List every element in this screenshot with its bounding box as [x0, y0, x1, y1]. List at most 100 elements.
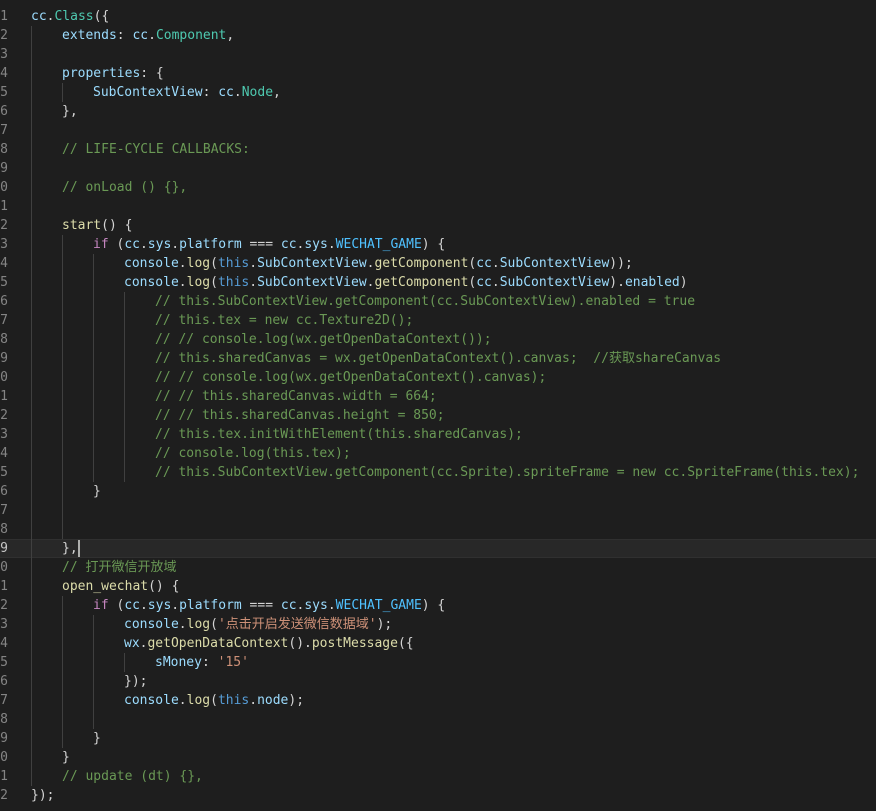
code-line[interactable]: 35 sMoney: '15': [0, 653, 876, 672]
code-token: cc: [31, 9, 47, 24]
code-token: ) {: [421, 237, 446, 252]
code-line[interactable]: 29},: [0, 539, 876, 558]
code-line[interactable]: 16 // this.SubContextView.getComponent(cc…: [0, 292, 876, 311]
code-token: WECHAT_GAME: [335, 237, 422, 252]
code-token: }: [93, 731, 101, 746]
line-number: 13: [0, 237, 8, 252]
code-token: SubContextView: [257, 256, 367, 271]
line-number: 29: [0, 541, 8, 556]
code-text: sMoney: '15': [155, 653, 249, 672]
code-line[interactable]: 15console.log(this.SubContextView.getCom…: [0, 273, 876, 292]
code-token: log: [186, 275, 211, 290]
code-line[interactable]: 37console.log(this.node);: [0, 691, 876, 710]
code-token: SubContextView: [499, 256, 610, 271]
code-line[interactable]: 27: [0, 501, 876, 520]
code-line[interactable]: 13 if (cc.sys.platform === cc.sys.WECHAT_…: [0, 235, 876, 254]
line-number: 18: [0, 332, 8, 347]
code-line[interactable]: 3: [0, 45, 876, 64]
code-text: console.log(this.SubContextView.getCompo…: [124, 273, 688, 292]
code-text: SubContextView: cc.Node,: [93, 83, 281, 102]
code-editor[interactable]: 1 cc.Class({2 extends: cc.Component, 3 4 prop…: [0, 0, 876, 811]
code-text: console.log('点击开启发送微信数据域');: [124, 615, 392, 634]
code-token: },: [62, 541, 78, 556]
line-number: 9: [0, 161, 8, 176]
code-token: '点击开启发送微信数据域': [217, 617, 377, 632]
code-token: sys: [304, 598, 328, 613]
indent-guide: [93, 615, 94, 729]
code-line[interactable]: 9: [0, 159, 876, 178]
code-token: (: [108, 237, 125, 252]
code-line[interactable]: 42});: [0, 786, 876, 805]
code-line[interactable]: 33 console.log('点击开启发送微信数据域');: [0, 615, 876, 634]
code-line[interactable]: 6},: [0, 102, 876, 121]
code-line[interactable]: 36});: [0, 672, 876, 691]
code-line[interactable]: 28: [0, 520, 876, 539]
code-line[interactable]: 31 open_wechat() {: [0, 577, 876, 596]
code-line[interactable]: 23 // this.tex.initWithElement(this.share…: [0, 425, 876, 444]
code-token: (: [210, 256, 218, 271]
code-line[interactable]: 4 properties: {: [0, 64, 876, 83]
line-number: 38: [0, 712, 8, 727]
code-line[interactable]: 11: [0, 197, 876, 216]
code-token: // // console.log(wx.getOpenDataContext(…: [155, 370, 547, 385]
line-number: 4: [0, 66, 8, 81]
code-line[interactable]: 21 // // this.sharedCanvas.width = 664;: [0, 387, 876, 406]
code-line[interactable]: 32 if (cc.sys.platform === cc.sys.WECHAT_…: [0, 596, 876, 615]
code-token: });: [31, 788, 55, 803]
code-line[interactable]: 20 // // console.log(wx.getOpenDataContex…: [0, 368, 876, 387]
code-line[interactable]: 24 // console.log(this.tex);: [0, 444, 876, 463]
code-text: // LIFE-CYCLE CALLBACKS:: [62, 140, 250, 159]
code-line[interactable]: 34 wx.getOpenDataContext().postMessage({: [0, 634, 876, 653]
code-line[interactable]: 19 // this.sharedCanvas = wx.getOpenDataC…: [0, 349, 876, 368]
code-text: }: [93, 482, 101, 501]
code-token: ,: [226, 28, 235, 43]
code-line[interactable]: 30 // 打开微信开放域: [0, 558, 876, 577]
code-token: SubContextView: [93, 85, 203, 100]
code-line[interactable]: 40}: [0, 748, 876, 767]
code-line[interactable]: 17 // this.tex = new cc.Texture2D();: [0, 311, 876, 330]
code-token: open_wechat: [62, 579, 149, 594]
code-line[interactable]: 39}: [0, 729, 876, 748]
code-line[interactable]: 1 cc.Class({: [0, 7, 876, 26]
code-token: .: [233, 85, 242, 100]
code-token: // // console.log(wx.getOpenDataContext(…: [155, 332, 492, 347]
line-number: 28: [0, 522, 8, 537]
line-number: 1: [0, 9, 8, 24]
code-line[interactable]: 14console.log(this.SubContextView.getCom…: [0, 254, 876, 273]
code-text: // // this.sharedCanvas.height = 850;: [155, 406, 445, 425]
code-token: ({: [93, 9, 110, 24]
line-number: 30: [0, 560, 8, 575]
code-line[interactable]: 26}: [0, 482, 876, 501]
code-text: console.log(this.SubContextView.getCompo…: [124, 254, 633, 273]
code-token: // 打开微信开放域: [62, 560, 177, 575]
code-line[interactable]: 5 SubContextView: cc.Node,: [0, 83, 876, 102]
code-text: // this.sharedCanvas = wx.getOpenDataCon…: [155, 349, 721, 368]
code-line[interactable]: 41 // update (dt) {},: [0, 767, 876, 786]
code-line[interactable]: 12 start() {: [0, 216, 876, 235]
code-token: // this.SubContextView.getComponent(cc.S…: [155, 465, 860, 480]
code-token: enabled: [624, 275, 680, 290]
code-token: cc: [132, 28, 149, 43]
code-line[interactable]: 8 // LIFE-CYCLE CALLBACKS:: [0, 140, 876, 159]
code-token: // this.sharedCanvas = wx.getOpenDataCon…: [155, 351, 722, 366]
code-token: sys: [304, 237, 328, 252]
code-line[interactable]: 2 extends: cc.Component,: [0, 26, 876, 45]
code-token: // update (dt) {},: [62, 769, 203, 784]
line-number: 17: [0, 313, 8, 328]
code-text: cc.Class({: [31, 7, 109, 26]
line-number: 32: [0, 598, 8, 613]
code-token: ,: [273, 85, 281, 100]
code-token: ): [679, 275, 688, 290]
code-line[interactable]: 7: [0, 121, 876, 140]
code-token: ===: [241, 598, 281, 613]
code-line[interactable]: 22 // // this.sharedCanvas.height = 850;: [0, 406, 876, 425]
code-line[interactable]: 38: [0, 710, 876, 729]
code-area[interactable]: 1 cc.Class({2 extends: cc.Component, 3 4 prop…: [0, 0, 876, 811]
code-token: : {: [140, 66, 164, 81]
code-text: open_wechat() {: [62, 577, 179, 596]
code-line[interactable]: 18 // // console.log(wx.getOpenDataContex…: [0, 330, 876, 349]
code-line[interactable]: 25 // this.SubContextView.getComponent(cc…: [0, 463, 876, 482]
code-line[interactable]: 10 // onLoad () {},: [0, 178, 876, 197]
code-token: console: [124, 617, 179, 632]
line-number: 6: [0, 104, 8, 119]
